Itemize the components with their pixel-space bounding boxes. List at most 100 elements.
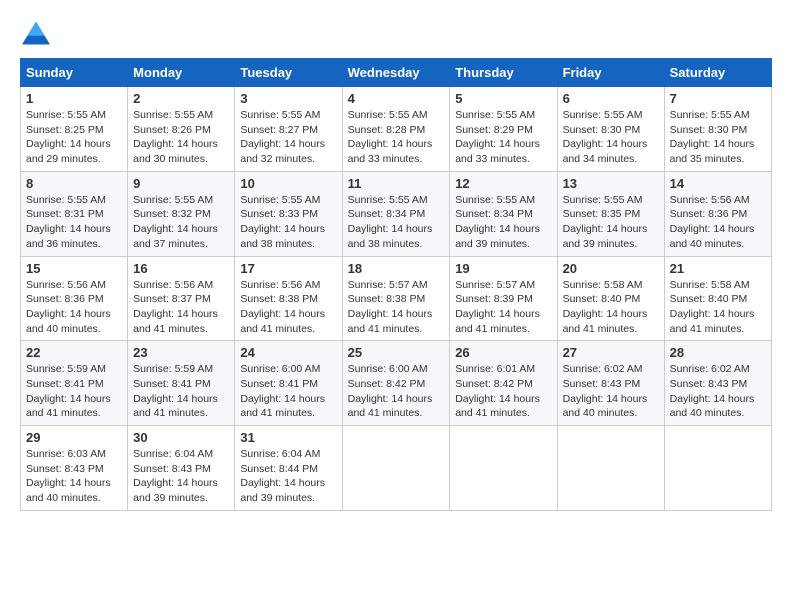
- day-info: Sunrise: 5:58 AMSunset: 8:40 PMDaylight:…: [563, 278, 659, 337]
- table-row: 18 Sunrise: 5:57 AMSunset: 8:38 PMDayligh…: [342, 256, 450, 341]
- day-number: 11: [348, 176, 445, 191]
- day-info: Sunrise: 6:01 AMSunset: 8:42 PMDaylight:…: [455, 362, 551, 421]
- day-info: Sunrise: 5:55 AMSunset: 8:30 PMDaylight:…: [563, 108, 659, 167]
- day-info: Sunrise: 6:00 AMSunset: 8:42 PMDaylight:…: [348, 362, 445, 421]
- day-info: Sunrise: 5:55 AMSunset: 8:25 PMDaylight:…: [26, 108, 122, 167]
- day-info: Sunrise: 6:02 AMSunset: 8:43 PMDaylight:…: [670, 362, 766, 421]
- table-row: 9 Sunrise: 5:55 AMSunset: 8:32 PMDaylight…: [128, 171, 235, 256]
- table-row: 5 Sunrise: 5:55 AMSunset: 8:29 PMDaylight…: [450, 87, 557, 172]
- day-number: 19: [455, 261, 551, 276]
- day-number: 4: [348, 91, 445, 106]
- day-info: Sunrise: 5:55 AMSunset: 8:30 PMDaylight:…: [670, 108, 766, 167]
- table-row: 10Sunrise: 5:55 AMSunset: 8:33 PMDayligh…: [235, 171, 342, 256]
- table-row: 24 Sunrise: 6:00 AMSunset: 8:41 PMDayligh…: [235, 341, 342, 426]
- day-number: 21: [670, 261, 766, 276]
- day-number: 26: [455, 345, 551, 360]
- day-info: Sunrise: 5:57 AMSunset: 8:38 PMDaylight:…: [348, 278, 445, 337]
- day-number: 20: [563, 261, 659, 276]
- day-info: Sunrise: 5:55 AMSunset: 8:27 PMDaylight:…: [240, 108, 336, 167]
- col-header-saturday: Saturday: [664, 59, 771, 87]
- table-row: 14 Sunrise: 5:56 AMSunset: 8:36 PMDayligh…: [664, 171, 771, 256]
- col-header-wednesday: Wednesday: [342, 59, 450, 87]
- table-row: 19 Sunrise: 5:57 AMSunset: 8:39 PMDayligh…: [450, 256, 557, 341]
- day-number: 23: [133, 345, 229, 360]
- day-number: 2: [133, 91, 229, 106]
- table-row: 15 Sunrise: 5:56 AMSunset: 8:36 PMDayligh…: [21, 256, 128, 341]
- table-row: 7 Sunrise: 5:55 AMSunset: 8:30 PMDaylight…: [664, 87, 771, 172]
- table-row: 17 Sunrise: 5:56 AMSunset: 8:38 PMDayligh…: [235, 256, 342, 341]
- day-info: Sunrise: 5:59 AMSunset: 8:41 PMDaylight:…: [26, 362, 122, 421]
- day-info: Sunrise: 5:55 AMSunset: 8:34 PMDaylight:…: [455, 193, 551, 252]
- calendar-week-4: 22 Sunrise: 5:59 AMSunset: 8:41 PMDayligh…: [21, 341, 772, 426]
- day-number: 25: [348, 345, 445, 360]
- logo: [20, 20, 56, 48]
- table-row: 23 Sunrise: 5:59 AMSunset: 8:41 PMDayligh…: [128, 341, 235, 426]
- table-row: [664, 426, 771, 511]
- day-number: 15: [26, 261, 122, 276]
- day-info: Sunrise: 6:03 AMSunset: 8:43 PMDaylight:…: [26, 447, 122, 506]
- table-row: 11 Sunrise: 5:55 AMSunset: 8:34 PMDayligh…: [342, 171, 450, 256]
- table-row: 26 Sunrise: 6:01 AMSunset: 8:42 PMDayligh…: [450, 341, 557, 426]
- day-info: Sunrise: 5:56 AMSunset: 8:36 PMDaylight:…: [26, 278, 122, 337]
- col-header-monday: Monday: [128, 59, 235, 87]
- day-info: Sunrise: 5:58 AMSunset: 8:40 PMDaylight:…: [670, 278, 766, 337]
- day-number: 18: [348, 261, 445, 276]
- day-number: 13: [563, 176, 659, 191]
- day-info: Sunrise: 5:59 AMSunset: 8:41 PMDaylight:…: [133, 362, 229, 421]
- table-row: 29 Sunrise: 6:03 AMSunset: 8:43 PMDayligh…: [21, 426, 128, 511]
- day-info: Sunrise: 5:55 AMSunset: 8:29 PMDaylight:…: [455, 108, 551, 167]
- table-row: 25 Sunrise: 6:00 AMSunset: 8:42 PMDayligh…: [342, 341, 450, 426]
- calendar-header-row: SundayMondayTuesdayWednesdayThursdayFrid…: [21, 59, 772, 87]
- day-number: 7: [670, 91, 766, 106]
- day-number: 24: [240, 345, 336, 360]
- day-number: 3: [240, 91, 336, 106]
- table-row: [342, 426, 450, 511]
- day-number: 30: [133, 430, 229, 445]
- day-info: Sunrise: 5:56 AMSunset: 8:37 PMDaylight:…: [133, 278, 229, 337]
- day-info: Sunrise: 5:55 AMSunset: 8:32 PMDaylight:…: [133, 193, 229, 252]
- table-row: 13 Sunrise: 5:55 AMSunset: 8:35 PMDayligh…: [557, 171, 664, 256]
- page-header: [20, 20, 772, 48]
- day-number: 29: [26, 430, 122, 445]
- table-row: [557, 426, 664, 511]
- day-number: 12: [455, 176, 551, 191]
- day-info: Sunrise: 6:04 AMSunset: 8:44 PMDaylight:…: [240, 447, 336, 506]
- day-number: 9: [133, 176, 229, 191]
- table-row: 21 Sunrise: 5:58 AMSunset: 8:40 PMDayligh…: [664, 256, 771, 341]
- day-number: 14: [670, 176, 766, 191]
- calendar-table: SundayMondayTuesdayWednesdayThursdayFrid…: [20, 58, 772, 511]
- table-row: 27Sunrise: 6:02 AMSunset: 8:43 PMDayligh…: [557, 341, 664, 426]
- day-info: Sunrise: 6:00 AMSunset: 8:41 PMDaylight:…: [240, 362, 336, 421]
- day-number: 17: [240, 261, 336, 276]
- day-number: 31: [240, 430, 336, 445]
- day-info: Sunrise: 6:04 AMSunset: 8:43 PMDaylight:…: [133, 447, 229, 506]
- calendar-week-3: 15 Sunrise: 5:56 AMSunset: 8:36 PMDayligh…: [21, 256, 772, 341]
- calendar-week-1: 1 Sunrise: 5:55 AMSunset: 8:25 PMDaylight…: [21, 87, 772, 172]
- day-info: Sunrise: 5:56 AMSunset: 8:38 PMDaylight:…: [240, 278, 336, 337]
- table-row: [450, 426, 557, 511]
- table-row: 8Sunrise: 5:55 AMSunset: 8:31 PMDaylight…: [21, 171, 128, 256]
- day-number: 1: [26, 91, 122, 106]
- table-row: 6 Sunrise: 5:55 AMSunset: 8:30 PMDaylight…: [557, 87, 664, 172]
- day-number: 8: [26, 176, 122, 191]
- day-number: 6: [563, 91, 659, 106]
- col-header-thursday: Thursday: [450, 59, 557, 87]
- day-number: 28: [670, 345, 766, 360]
- day-info: Sunrise: 5:55 AMSunset: 8:28 PMDaylight:…: [348, 108, 445, 167]
- day-number: 22: [26, 345, 122, 360]
- table-row: 1 Sunrise: 5:55 AMSunset: 8:25 PMDaylight…: [21, 87, 128, 172]
- day-info: Sunrise: 5:55 AMSunset: 8:35 PMDaylight:…: [563, 193, 659, 252]
- day-number: 27: [563, 345, 659, 360]
- day-info: Sunrise: 5:55 AMSunset: 8:26 PMDaylight:…: [133, 108, 229, 167]
- day-number: 5: [455, 91, 551, 106]
- day-info: Sunrise: 5:56 AMSunset: 8:36 PMDaylight:…: [670, 193, 766, 252]
- day-info: Sunrise: 5:57 AMSunset: 8:39 PMDaylight:…: [455, 278, 551, 337]
- table-row: 2 Sunrise: 5:55 AMSunset: 8:26 PMDaylight…: [128, 87, 235, 172]
- table-row: 30 Sunrise: 6:04 AMSunset: 8:43 PMDayligh…: [128, 426, 235, 511]
- day-info: Sunrise: 5:55 AMSunset: 8:34 PMDaylight:…: [348, 193, 445, 252]
- logo-icon: [20, 20, 52, 48]
- col-header-friday: Friday: [557, 59, 664, 87]
- table-row: 16Sunrise: 5:56 AMSunset: 8:37 PMDayligh…: [128, 256, 235, 341]
- table-row: 28 Sunrise: 6:02 AMSunset: 8:43 PMDayligh…: [664, 341, 771, 426]
- table-row: 22 Sunrise: 5:59 AMSunset: 8:41 PMDayligh…: [21, 341, 128, 426]
